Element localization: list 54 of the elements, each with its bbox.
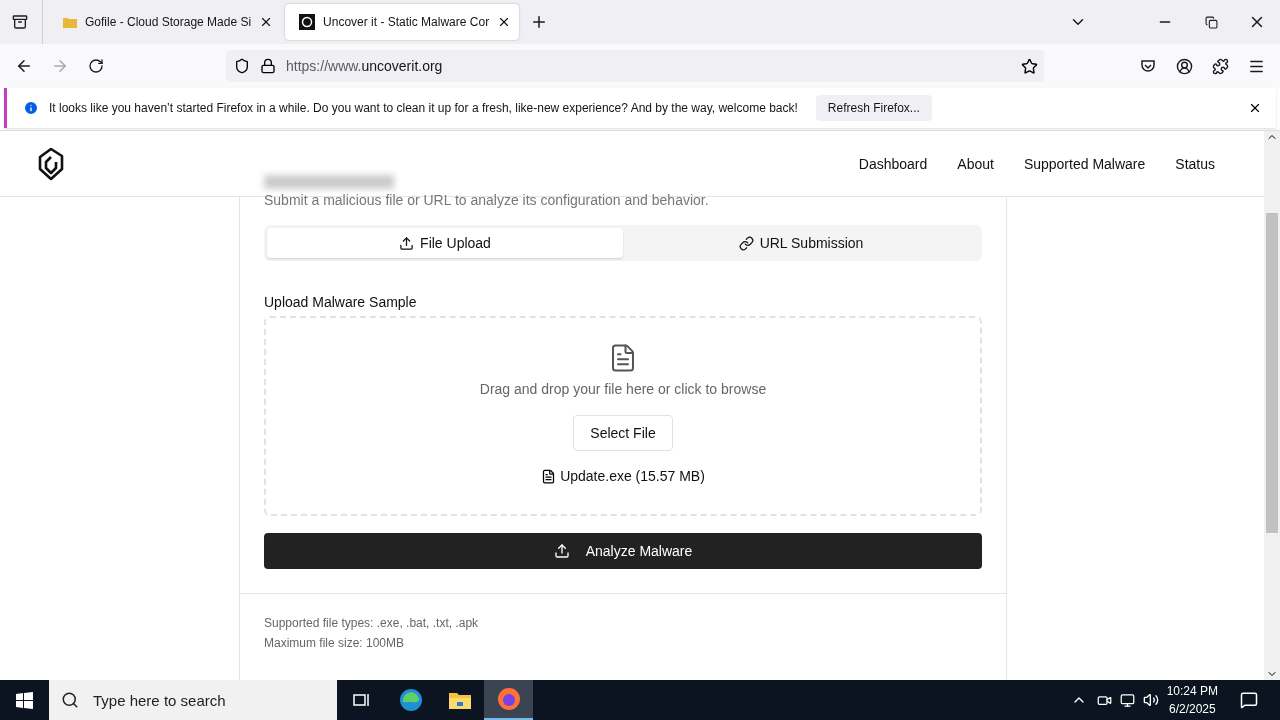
- search-placeholder: Type here to search: [93, 691, 226, 709]
- lock-icon: [260, 58, 276, 74]
- mode-tab[interactable]: File Upload: [267, 228, 623, 258]
- browser-app-icon: [496, 687, 521, 711]
- site-logo-icon: [299, 14, 316, 30]
- address-bar[interactable]: https://www.uncoverit.org: [226, 50, 1044, 82]
- volume-icon[interactable]: [1142, 692, 1159, 708]
- windows-logo-icon[interactable]: [16, 691, 33, 709]
- drop-zone[interactable]: Drag and drop your file here or click to browse Select File Update.exe (15.57 MB): [264, 316, 982, 516]
- drop-hint: Drag and drop your file here or click to browse: [479, 381, 767, 397]
- reload-icon[interactable]: [88, 58, 104, 74]
- notifications-icon[interactable]: [1240, 691, 1258, 709]
- url-text: https://www.uncoverit.org: [286, 58, 444, 74]
- info-icon: [23, 100, 39, 116]
- tab-title: Gofile - Cloud Storage Made Si: [85, 15, 252, 29]
- nav-link[interactable]: Status: [1175, 155, 1215, 172]
- task-view-icon[interactable]: [352, 692, 371, 708]
- folder-icon: [63, 16, 77, 28]
- refresh-button[interactable]: Refresh Firefox...: [815, 95, 932, 121]
- nav-link[interactable]: Dashboard: [858, 155, 928, 172]
- restore-icon[interactable]: [1204, 15, 1218, 29]
- tab-title: Uncover it - Static Malware Cor: [323, 15, 490, 29]
- bookmark-star-icon[interactable]: [1021, 57, 1038, 75]
- field-label: Upload Malware Sample: [264, 294, 418, 310]
- upload-icon: [553, 543, 570, 559]
- pocket-icon[interactable]: [1140, 58, 1156, 74]
- search-icon: [61, 691, 79, 709]
- puzzle-icon[interactable]: [1211, 57, 1229, 75]
- file-name: Update.exe (15.57 MB): [560, 468, 705, 484]
- info-note: Maximum file size: 100MB: [264, 636, 406, 650]
- subtitle: Submit a malicious file or URL to analyze its configuration and behavior.: [264, 191, 710, 209]
- account-icon[interactable]: [1175, 57, 1193, 75]
- link-icon: [738, 235, 754, 251]
- select-file-button[interactable]: Select File: [573, 415, 673, 451]
- nav-link[interactable]: Supported Malware: [1023, 155, 1146, 172]
- upload-icon: [399, 235, 415, 251]
- shield-icon: [234, 58, 250, 74]
- site-logo-icon: [37, 146, 65, 181]
- browser-tab[interactable]: Gofile - Cloud Storage Made Si: [49, 4, 282, 40]
- notification-message: It looks like you haven’t started Firefox in a while. Do you want to clean it up for a fresh, like-new experience? And by the way, welcome back!: [49, 101, 798, 115]
- browser-app-icon[interactable]: [398, 688, 423, 712]
- document-icon: [541, 468, 557, 484]
- tab-list-icon[interactable]: [12, 14, 28, 30]
- taskbar-search[interactable]: Type here to search: [49, 680, 337, 720]
- analyze-button[interactable]: Analyze Malware: [264, 533, 982, 569]
- mode-tab[interactable]: URL Submission: [623, 228, 979, 258]
- folder-icon[interactable]: [447, 690, 472, 710]
- browser-tab[interactable]: Uncover it - Static Malware Cor: [285, 4, 520, 40]
- scrollbar[interactable]: [1264, 131, 1280, 680]
- taskbar-clock[interactable]: 10:24 PM 6/2/2025: [1166, 682, 1218, 718]
- close-icon[interactable]: [1248, 101, 1262, 115]
- info-note: Supported file types: .exe, .bat, .txt, .apk: [264, 616, 480, 630]
- nav-link[interactable]: About: [957, 155, 994, 172]
- taskbar-app-button[interactable]: [484, 680, 533, 720]
